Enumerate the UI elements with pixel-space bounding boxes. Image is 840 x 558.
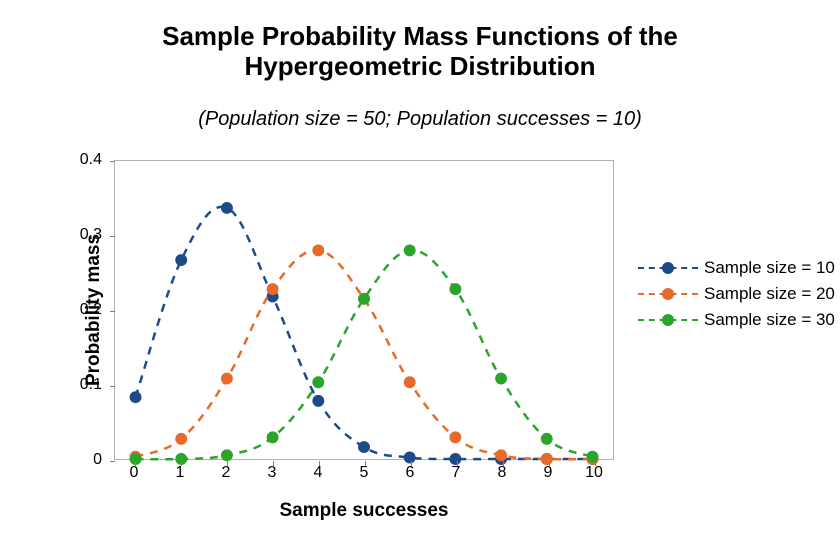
plot-svg <box>115 161 613 459</box>
x-tick-label: 4 <box>314 464 323 482</box>
x-tick-label: 6 <box>406 464 415 482</box>
series-point <box>267 283 279 295</box>
y-tick-label: 0.4 <box>80 151 102 169</box>
series-point <box>267 431 279 443</box>
chart-subtitle: (Population size = 50; Population succes… <box>0 108 840 131</box>
legend-dot-icon <box>662 262 674 274</box>
x-tick-label: 7 <box>452 464 461 482</box>
legend-dot-icon <box>662 288 674 300</box>
series-point <box>312 395 324 407</box>
chart-title: Sample Probability Mass Functions of the… <box>0 22 840 82</box>
legend-swatch <box>638 310 698 330</box>
legend-label: Sample size = 30 <box>704 310 835 330</box>
series-point <box>312 376 324 388</box>
series-point <box>358 441 370 453</box>
x-tick-label: 9 <box>544 464 553 482</box>
legend-swatch <box>638 258 698 278</box>
series-line <box>136 250 593 459</box>
series-point <box>587 451 599 463</box>
legend-item: Sample size = 30 <box>638 310 835 330</box>
legend-label: Sample size = 10 <box>704 258 835 278</box>
plot-area <box>114 160 614 460</box>
x-tick-label: 0 <box>130 464 139 482</box>
legend-item: Sample size = 10 <box>638 258 835 278</box>
series-point <box>221 449 233 461</box>
y-tick-label: 0.2 <box>80 301 102 319</box>
series-point <box>404 376 416 388</box>
series-point <box>358 293 370 305</box>
series-point <box>130 391 142 403</box>
series-line <box>136 250 593 459</box>
x-tick-label: 1 <box>176 464 185 482</box>
series-point <box>541 433 553 445</box>
x-tick-label: 3 <box>268 464 277 482</box>
chart-title-line2: Hypergeometric Distribution <box>244 51 595 81</box>
x-tick-label: 10 <box>585 464 603 482</box>
series-point <box>495 373 507 385</box>
x-axis-label: Sample successes <box>114 500 614 522</box>
series-point <box>312 244 324 256</box>
series-point <box>495 449 507 461</box>
series-point <box>175 433 187 445</box>
series-point <box>404 244 416 256</box>
y-tick-label: 0.1 <box>80 376 102 394</box>
legend-item: Sample size = 20 <box>638 284 835 304</box>
x-tick-label: 8 <box>498 464 507 482</box>
x-tick-label: 5 <box>360 464 369 482</box>
series-point <box>175 254 187 266</box>
chart-title-line1: Sample Probability Mass Functions of the <box>162 21 678 51</box>
series-point <box>221 373 233 385</box>
x-tick-label: 2 <box>222 464 231 482</box>
legend-swatch <box>638 284 698 304</box>
series-line <box>136 207 593 459</box>
legend: Sample size = 10 Sample size = 20 Sample s… <box>638 258 835 336</box>
y-tick-label: 0.3 <box>80 226 102 244</box>
y-tick-label: 0 <box>93 451 102 469</box>
series-point <box>449 431 461 443</box>
chart-figure: Sample Probability Mass Functions of the… <box>0 0 840 558</box>
x-axis-ticks: 0 1 2 3 4 5 6 7 8 9 10 <box>114 464 614 490</box>
series-point <box>449 283 461 295</box>
series-point <box>221 202 233 214</box>
series-point <box>404 452 416 464</box>
legend-label: Sample size = 20 <box>704 284 835 304</box>
legend-dot-icon <box>662 314 674 326</box>
y-axis-ticks: 00.10.20.30.4 <box>0 160 108 460</box>
